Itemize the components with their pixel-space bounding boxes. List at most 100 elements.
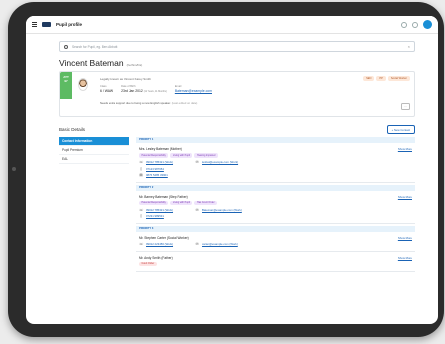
pupil-pronoun: (he/him/his) [126,63,143,67]
pupil-summary-card: ATT 97 Legally known as Vincent Karey Sm… [59,71,415,117]
sidebar-item[interactable]: Pupil Premium [59,146,129,155]
email-icon: ✉ [195,242,199,247]
field-value: 6 / WAW [100,89,113,93]
field-label: Class [100,85,107,88]
pupil-name: Vincent Bateman [59,58,124,68]
contact-card: Mr. Stephen Carter (Social Worker) Show M… [136,234,415,251]
priority-header: PRIORITY 3 [136,225,415,232]
divider [136,182,415,183]
support-note-edited: (Last edited on date) [171,101,198,105]
contact-tags: Parental Responsibility Living with Pupil… [139,153,412,158]
priority-header: PRIORITY 2 [136,184,415,191]
contact-name: Mr. Stephen Carter (Social Worker) [139,235,189,240]
avatar[interactable] [423,20,432,29]
contact-detail[interactable]: 0876 5485 33901 [146,173,168,177]
details-panel: Contact Information Pupil Premium EAL PRIO… [59,137,415,274]
contact-row: ☏ 09012 223456 (Work) ✉ carter@example.com … [139,242,412,246]
app-bar: Pupil profile [26,16,438,34]
close-icon[interactable]: × [408,44,410,49]
contact-tag: Hearing Impaired [194,153,218,158]
pupil-field: Date of Birth 23rd Jan 2012 (11 Years, 11… [121,85,167,93]
contact-list: PRIORITY 1 Mrs. Lesley Bateman (Mother) Sh… [136,137,415,274]
sidebar-item[interactable]: Contact Information [59,137,129,146]
main-content: Search for Pupil, eg. Ben Abbott × Vince… [59,41,415,274]
fax-icon: ▤ [139,173,143,178]
show-more-link[interactable]: Show More [398,256,412,260]
contact-tags: Parental Responsibility Living with Pupil… [139,200,412,206]
pupil-field: Class 6 / WAW [100,85,113,93]
divider [136,223,415,224]
contact-detail[interactable]: lesbat@example.com (Work) [202,160,238,164]
app-screen: Pupil profile Search for Pupil, eg. Ben … [26,16,438,324]
attendance-value: 97 [64,79,68,83]
contact-detail[interactable]: 09012 785321 (Work) [146,208,173,212]
status-badges: SEN PP Social Worker [363,76,410,81]
phone-icon: ☏ [139,242,144,247]
pupil-header: Vincent Bateman (he/him/his) [59,58,415,68]
legal-name-note: Legally known as Vincent Karey Smith [100,77,151,81]
field-label: Date of Birth [121,85,136,88]
basic-details-header: Basic Details + New Contact [59,125,415,134]
field-value-text: 6 / WAW [100,89,114,93]
show-more-link[interactable]: Show More [398,236,412,240]
field-value-text: 23rd Jan 2012 [121,89,143,93]
divider [136,271,415,272]
contact-tag: Has Court Order [194,200,218,206]
contact-row: ▯ 07231 989531 [139,214,412,218]
contact-card: Mr. Barney Bateman (Step Father) Show Mor… [136,193,415,223]
contact-name: Mr. Barney Bateman (Step Father) [139,194,188,199]
show-more-link[interactable]: Show More [398,195,412,199]
priority-header: PRIORITY 1 [136,137,415,143]
contact-card: Mrs. Lesley Bateman (Mother) Show More Par… [136,145,415,181]
divider [136,251,415,252]
field-value: 23rd Jan 2012 (11 Years, 11 Months) [121,89,167,93]
contact-tag: Court Order [139,261,157,267]
contact-detail[interactable]: 09012 223456 (Work) [146,242,173,246]
contact-tag: Living with Pupil [170,200,193,206]
contact-detail[interactable]: 07123 987654 [146,167,164,171]
status-badge: SEN [363,76,375,81]
support-note: Needs extra support due to being a new E… [100,101,197,105]
contact-detail[interactable]: 09012 785321 (Work) [146,160,173,164]
status-badge: PP [376,76,386,81]
search-bar[interactable]: Search for Pupil, eg. Ben Abbott × [59,41,415,52]
support-note-text: Needs extra support due to being a new E… [100,101,171,105]
mobile-icon: ▯ [140,166,142,171]
search-icon [64,44,68,49]
field-label: Email [174,85,182,88]
mobile-icon: ▯ [140,214,142,219]
app-bar-actions [401,20,432,29]
status-badge: Social Worker [387,76,410,81]
contact-detail[interactable]: carter@example.com (Work) [202,242,238,246]
camera-icon [12,167,16,171]
contact-detail[interactable]: 07231 989531 [146,214,164,218]
attendance-badge: ATT 97 [60,72,72,99]
contact-row: ▯ 07123 987654 [139,167,412,171]
settings-icon[interactable] [412,21,418,28]
page-title: Pupil profile [56,22,83,27]
sidebar-item[interactable]: EAL [59,155,129,164]
search-input[interactable]: Search for Pupil, eg. Ben Abbott [72,45,117,49]
email-link[interactable]: Bateman@example.com [175,89,212,93]
pupil-field: Email Bateman@example.com [175,85,212,93]
details-sidebar: Contact Information Pupil Premium EAL [59,137,129,274]
contact-detail[interactable]: Bateman@example.com (Work) [202,208,242,212]
pupil-photo [78,78,88,91]
contact-tags: Court Order [139,261,412,267]
contact-row: ☏ 09012 785321 (Work) ✉ lesbat@example.com … [139,160,412,164]
contact-row: ▤ 0876 5485 33901 [139,173,412,177]
field-extra: (11 Years, 11 Months) [143,90,167,93]
contact-tag: Living with Pupil [170,153,193,158]
contact-tag: Parental Responsibility [139,200,169,206]
phone-icon: ☏ [139,207,144,212]
new-contact-button[interactable]: + New Contact [386,125,415,134]
more-options-button[interactable]: ... [401,103,410,110]
show-more-link[interactable]: Show More [398,147,412,151]
contact-tag: Parental Responsibility [139,153,169,158]
menu-icon[interactable] [32,22,37,27]
email-icon: ✉ [195,207,199,212]
help-icon[interactable] [401,21,407,28]
section-title: Basic Details [59,127,86,132]
email-icon: ✉ [195,160,199,165]
tablet-frame: Pupil profile Search for Pupil, eg. Ben … [8,2,444,337]
